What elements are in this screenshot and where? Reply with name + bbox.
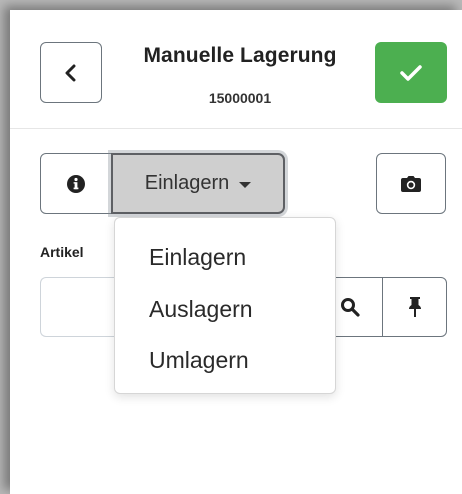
header-divider xyxy=(10,128,462,129)
page-subtitle: 15000001 xyxy=(208,90,272,106)
camera-icon xyxy=(401,175,421,192)
dropdown-menu: Einlagern Auslagern Umlagern xyxy=(114,217,336,394)
pin-icon xyxy=(408,297,421,317)
app-window: Manuelle Lagerung 15000001 Einlagern Art… xyxy=(10,10,462,494)
dropdown-selected-label: Einlagern xyxy=(144,172,230,194)
caret-down-icon xyxy=(239,181,252,188)
search-icon xyxy=(340,298,360,317)
info-circle-icon xyxy=(67,174,85,193)
confirm-button[interactable] xyxy=(375,42,447,103)
artikel-label: Artikel xyxy=(40,244,84,260)
action-dropdown-button[interactable]: Einlagern xyxy=(111,153,285,214)
chevron-left-icon xyxy=(65,64,76,81)
camera-button[interactable] xyxy=(376,153,446,214)
back-button[interactable] xyxy=(40,42,102,103)
page-title: Manuelle Lagerung xyxy=(143,44,337,67)
check-icon xyxy=(400,64,422,81)
info-button[interactable] xyxy=(40,153,112,214)
menu-item-umlagern[interactable]: Umlagern xyxy=(149,347,249,374)
header: Manuelle Lagerung 15000001 xyxy=(10,10,462,128)
menu-item-auslagern[interactable]: Auslagern xyxy=(149,296,253,323)
pin-button[interactable] xyxy=(382,277,447,337)
menu-item-einlagern[interactable]: Einlagern xyxy=(149,244,246,271)
